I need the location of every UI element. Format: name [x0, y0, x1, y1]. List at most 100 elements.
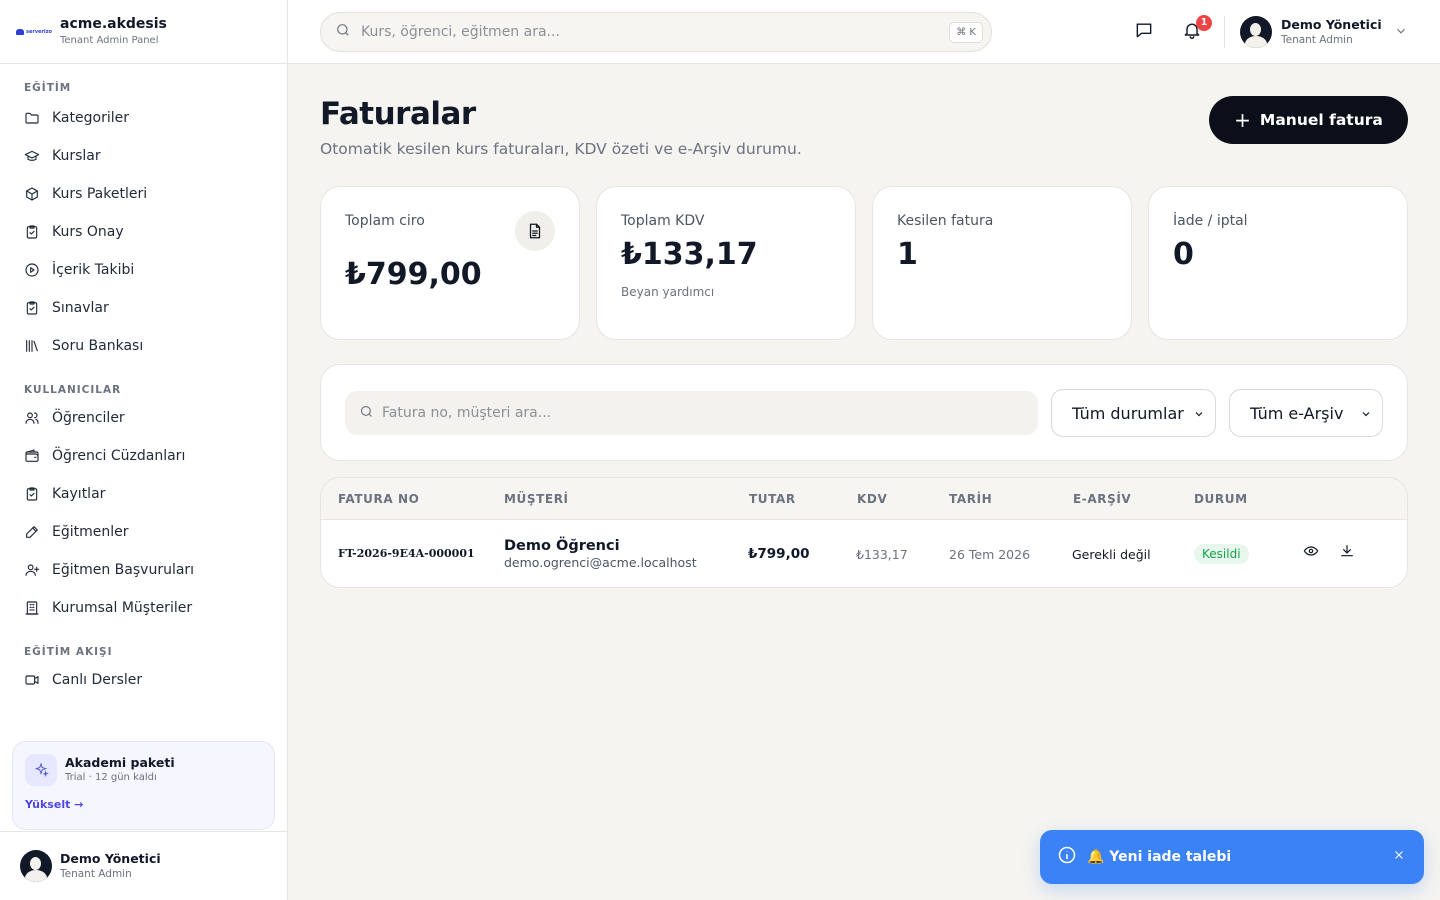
sidebar-item-enrollments[interactable]: Kayıtlar	[0, 475, 287, 513]
avatar	[1240, 16, 1272, 48]
stat-note: Beyan yardımcı	[621, 285, 715, 299]
upgrade-link[interactable]: Yükselt →	[25, 798, 262, 811]
stat-label: İade / iptal	[1173, 213, 1248, 229]
user-plus-icon	[24, 562, 40, 578]
manual-invoice-button[interactable]: + Manuel fatura	[1209, 96, 1408, 144]
invoice-date: 26 Tem 2026	[949, 547, 1031, 562]
sidebar-item-label: Kayıtlar	[52, 486, 106, 502]
stat-value: ₺799,00	[345, 257, 482, 292]
customer-name: Demo Öğrenci	[504, 538, 620, 554]
sidebar-item-label: Kurumsal Müşteriler	[52, 600, 193, 616]
sidebar-item-course-packages[interactable]: Kurs Paketleri	[0, 175, 287, 213]
select-value: Tüm durumlar	[1072, 403, 1184, 423]
invoice-search-input[interactable]: Fatura no, müşteri ara...	[345, 391, 1038, 435]
sidebar-item-courses[interactable]: Kurslar	[0, 137, 287, 175]
message-square-icon	[1134, 20, 1154, 44]
toast-notification: 🔔 Yeni iade talebi	[1040, 830, 1424, 884]
info-icon	[1057, 845, 1077, 869]
stat-label: Kesilen fatura	[897, 213, 994, 229]
stat-card-total-revenue: Toplam ciro ₺799,00	[320, 186, 580, 340]
table-header: FATURA NO MÜŞTERİ TUTAR KDV TARİH E-ARŞİ…	[321, 478, 1407, 520]
stat-card-issued-invoices: Kesilen fatura 1	[872, 186, 1132, 340]
brand-subtitle: Tenant Admin Panel	[60, 34, 159, 46]
plan-title: Akademi paketi	[65, 755, 175, 770]
divider	[1224, 16, 1225, 48]
status-badge: Kesildi	[1194, 544, 1249, 564]
view-invoice-button[interactable]	[1302, 544, 1320, 562]
invoice-amount: ₺799,00	[748, 546, 810, 562]
column-header: KDV	[857, 492, 888, 506]
user-name: Demo Yönetici	[60, 851, 161, 866]
stat-card-refund-cancel: İade / iptal 0	[1148, 186, 1408, 340]
status-filter-select[interactable]: Tüm durumlar	[1051, 389, 1216, 437]
earchive-filter-select[interactable]: Tüm e-Arşiv	[1229, 389, 1383, 437]
sidebar-nav: EĞİTİM Kategoriler Kurslar Kurs Paketler…	[0, 64, 287, 730]
plan-card: Akademi paketi Trial · 12 gün kaldı Yüks…	[12, 741, 275, 830]
sidebar-item-instructor-applications[interactable]: Eğitmen Başvuruları	[0, 551, 287, 589]
sidebar-item-label: Eğitmenler	[52, 524, 129, 540]
sidebar-item-label: Kategoriler	[52, 110, 129, 126]
sidebar-item-instructors[interactable]: Eğitmenler	[0, 513, 287, 551]
notifications-button[interactable]: 1	[1180, 15, 1212, 44]
stat-card-total-vat: Toplam KDV ₺133,17 Beyan yardımcı	[596, 186, 856, 340]
select-value: Tüm e-Arşiv	[1250, 403, 1344, 423]
sidebar-item-students[interactable]: Öğrenciler	[0, 399, 287, 437]
invoice-vat: ₺133,17	[856, 547, 908, 562]
sidebar-item-exams[interactable]: Sınavlar	[0, 289, 287, 327]
page-title: Faturalar	[320, 96, 476, 132]
search-icon	[335, 22, 351, 42]
avatar	[20, 850, 52, 882]
stat-value: ₺133,17	[621, 237, 758, 272]
user-menu[interactable]: Demo Yönetici Tenant Admin	[1240, 16, 1408, 48]
close-icon[interactable]	[1392, 847, 1406, 861]
pencil-icon	[24, 524, 40, 540]
column-header: TARİH	[949, 492, 993, 506]
sidebar-item-label: Canlı Dersler	[52, 672, 143, 688]
sidebar: serverizo acme.akdesis Tenant Admin Pane…	[0, 0, 288, 900]
sidebar-item-label: Kurslar	[52, 148, 101, 164]
sidebar-user[interactable]: Demo Yönetici Tenant Admin	[0, 831, 287, 900]
sidebar-item-categories[interactable]: Kategoriler	[0, 99, 287, 137]
building-icon	[24, 600, 40, 616]
column-header: MÜŞTERİ	[504, 492, 569, 506]
table-row[interactable]: FT-2026-9E4A-000001 Demo Öğrenci demo.og…	[321, 520, 1407, 587]
sidebar-item-content-tracking[interactable]: İçerik Takibi	[0, 251, 287, 289]
messages-button[interactable]	[1132, 20, 1156, 44]
user-name: Demo Yönetici	[1281, 17, 1382, 32]
sidebar-item-question-bank[interactable]: Soru Bankası	[0, 327, 287, 365]
sparkles-icon	[25, 754, 57, 786]
column-header: TUTAR	[749, 492, 796, 506]
button-label: Manuel fatura	[1259, 111, 1383, 129]
file-text-icon	[515, 211, 555, 251]
notification-badge: 1	[1196, 15, 1212, 31]
chevron-down-icon	[1394, 23, 1408, 42]
sidebar-item-student-wallets[interactable]: Öğrenci Cüzdanları	[0, 437, 287, 475]
nav-section-title: KULLANICILAR	[24, 384, 122, 396]
wallet-icon	[24, 448, 40, 464]
sidebar-item-label: Öğrenci Cüzdanları	[52, 448, 186, 464]
plus-icon: +	[1234, 108, 1251, 132]
sidebar-item-label: Sınavlar	[52, 300, 109, 316]
sidebar-item-corporate-customers[interactable]: Kurumsal Müşteriler	[0, 589, 287, 627]
sidebar-item-label: Soru Bankası	[52, 338, 144, 354]
download-invoice-button[interactable]	[1338, 544, 1356, 562]
eye-icon	[1303, 543, 1319, 563]
stat-value: 0	[1173, 237, 1194, 272]
topbar: Kurs, öğrenci, eğitmen ara... ⌘ K 1 Demo…	[288, 0, 1440, 64]
filter-bar: Fatura no, müşteri ara... Tüm durumlar T…	[320, 364, 1408, 461]
toast-message: 🔔 Yeni iade talebi	[1087, 849, 1232, 865]
column-header: DURUM	[1194, 492, 1248, 506]
user-role: Tenant Admin	[1281, 34, 1353, 46]
users-icon	[24, 410, 40, 426]
sidebar-item-course-approval[interactable]: Kurs Onay	[0, 213, 287, 251]
download-icon	[1339, 543, 1355, 563]
video-icon	[24, 672, 40, 688]
sidebar-item-live-lessons[interactable]: Canlı Dersler	[0, 661, 287, 699]
search-placeholder: Kurs, öğrenci, eğitmen ara...	[361, 24, 560, 40]
sidebar-item-label: Eğitmen Başvuruları	[52, 562, 195, 578]
brand[interactable]: serverizo acme.akdesis Tenant Admin Pane…	[0, 0, 287, 64]
brand-title: acme.akdesis	[60, 15, 167, 32]
invoices-table: FATURA NO MÜŞTERİ TUTAR KDV TARİH E-ARŞİ…	[320, 477, 1408, 588]
global-search-input[interactable]: Kurs, öğrenci, eğitmen ara... ⌘ K	[320, 12, 992, 52]
page-subtitle: Otomatik kesilen kurs faturaları, KDV öz…	[320, 140, 802, 158]
